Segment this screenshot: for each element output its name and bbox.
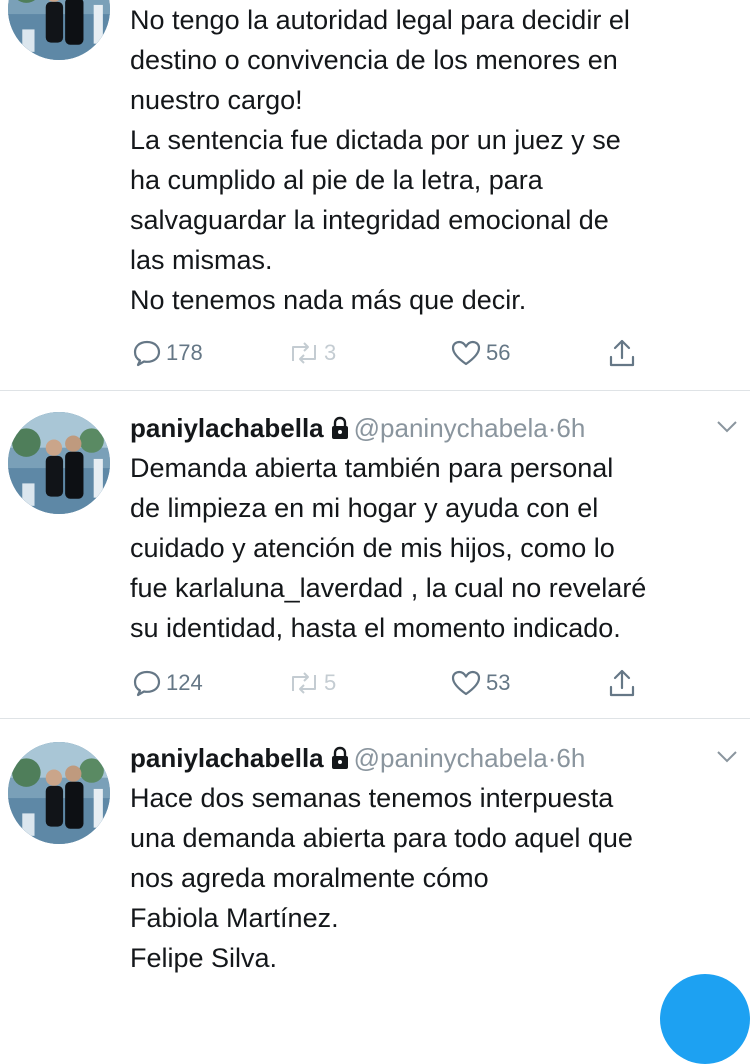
heart-icon [451,340,481,366]
retweet-count: 3 [324,340,337,365]
share-icon [609,669,635,697]
tweet-divider [0,718,750,719]
retweet-icon [292,672,316,694]
comment-bubble-icon [133,340,161,367]
lock-icon [331,416,348,439]
profile-photo [8,742,110,844]
display-name[interactable]: paniylachabella [130,743,324,773]
avatar[interactable] [8,742,110,844]
chevron-down-icon[interactable] [716,750,738,764]
tweet-header: paniylachabella @paninychabela·6h [130,738,585,778]
user-handle[interactable]: @paninychabela [354,413,548,443]
lock-icon [331,746,348,769]
tweet-text: Demanda abierta también para personal de… [130,453,647,643]
share-button[interactable] [608,666,636,700]
like-count: 56 [486,340,511,365]
tweet-header: paniylachabella @paninychabela·6h [130,408,585,448]
share-button[interactable] [608,336,636,370]
chevron-down-icon[interactable] [716,420,738,434]
display-name[interactable]: paniylachabella [130,413,324,443]
tweet-text: No tengo la autoridad legal para decidir… [130,5,630,315]
avatar[interactable] [8,412,110,514]
timestamp[interactable]: 6h [556,413,585,443]
comment-bubble-icon [133,670,161,697]
retweet-button[interactable]: 3 [288,336,336,370]
heart-icon [451,670,481,696]
reply-count: 178 [166,340,203,365]
like-count: 53 [486,670,511,695]
timestamp[interactable]: 6h [556,743,585,773]
tweet-actions: 178 3 56 [130,336,650,370]
share-icon [609,339,635,367]
tweet-divider [0,390,750,391]
reply-count: 124 [166,670,203,695]
profile-photo [8,412,110,514]
tweet-text: Hace dos semanas tenemos interpuesta una… [130,783,633,973]
like-button[interactable]: 53 [450,666,510,700]
avatar[interactable] [8,0,110,60]
tweet-actions: 124 5 53 [130,666,650,700]
like-button[interactable]: 56 [450,336,510,370]
user-handle[interactable]: @paninychabela [354,743,548,773]
retweet-icon [292,342,316,364]
retweet-button[interactable]: 5 [288,666,336,700]
compose-button[interactable] [660,974,750,1064]
profile-photo [8,0,110,60]
retweet-count: 5 [324,670,337,695]
reply-button[interactable]: 178 [132,336,203,370]
reply-button[interactable]: 124 [132,666,203,700]
